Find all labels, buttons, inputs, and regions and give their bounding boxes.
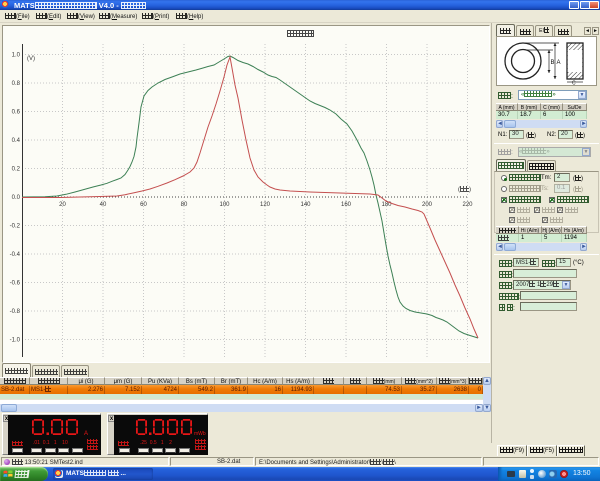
svg-text:0.6: 0.6 <box>12 110 21 116</box>
svg-text:200: 200 <box>422 202 433 208</box>
svg-text:-0.8: -0.8 <box>10 309 21 315</box>
svg-text:B: B <box>551 60 555 66</box>
svg-text:-0.2: -0.2 <box>10 224 21 230</box>
svg-text:-0.4: -0.4 <box>10 252 21 258</box>
svg-text:60: 60 <box>140 202 147 208</box>
svg-text:0.8: 0.8 <box>12 81 21 87</box>
svg-text:(V): (V) <box>27 56 35 62</box>
svg-text:1.0: 1.0 <box>12 53 21 59</box>
svg-text:0.4: 0.4 <box>12 138 21 144</box>
svg-text:140: 140 <box>300 202 311 208</box>
svg-text:0.2: 0.2 <box>12 167 21 173</box>
svg-text:C: C <box>572 81 576 86</box>
svg-text:100: 100 <box>219 202 230 208</box>
svg-text:A: A <box>557 60 561 66</box>
svg-text:-1.0: -1.0 <box>10 338 21 344</box>
svg-text:20: 20 <box>59 202 66 208</box>
svg-text:mWb: mWb <box>194 431 206 437</box>
svg-text:120: 120 <box>260 202 271 208</box>
svg-text:160: 160 <box>341 202 352 208</box>
svg-text:-0.6: -0.6 <box>10 281 21 287</box>
svg-text:0.0: 0.0 <box>12 195 21 201</box>
svg-text:A: A <box>84 431 88 437</box>
svg-text:220: 220 <box>462 202 473 208</box>
svg-text:40: 40 <box>100 202 107 208</box>
svg-text:80: 80 <box>181 202 188 208</box>
